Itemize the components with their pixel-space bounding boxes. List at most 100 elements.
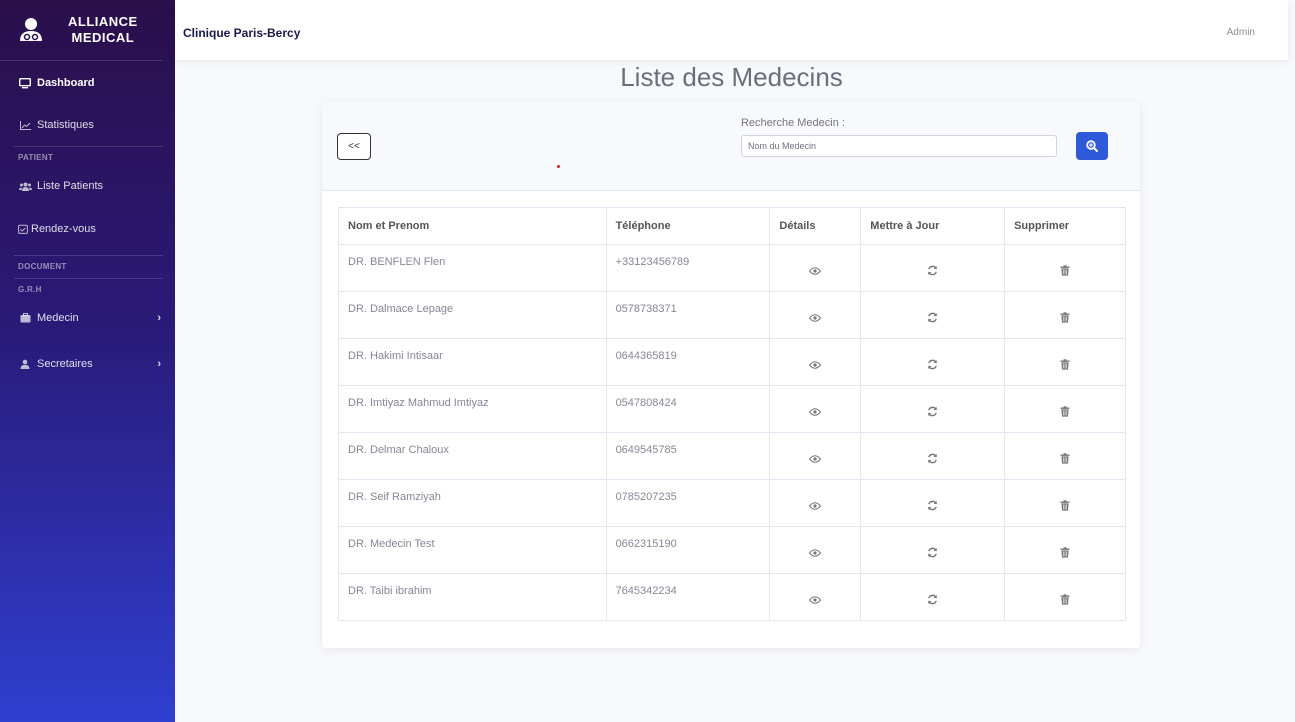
trash-icon[interactable] xyxy=(1060,406,1070,420)
delete-cell xyxy=(1004,291,1126,339)
doctor-phone: 0644365819 xyxy=(605,338,771,386)
sync-icon[interactable] xyxy=(927,359,938,373)
sidebar-item-label: Medecin xyxy=(37,312,79,324)
sync-icon[interactable] xyxy=(927,547,938,561)
details-cell xyxy=(769,526,862,574)
doctor-phone: 0547808424 xyxy=(605,385,771,433)
doctor-name: DR. BENFLEN Flen xyxy=(338,244,607,292)
table-row: DR. Hakimi Intisaar 0644365819 xyxy=(338,338,1126,386)
delete-cell xyxy=(1004,338,1126,386)
table-row: DR. Medecin Test 0662315190 xyxy=(338,526,1126,574)
sidebar-item-label: Statistiques xyxy=(37,119,94,131)
back-button[interactable]: << xyxy=(337,133,371,160)
doctor-name: DR. Taibi ibrahim xyxy=(338,573,607,621)
sync-icon[interactable] xyxy=(927,453,938,467)
table-row: DR. Delmar Chaloux 0649545785 xyxy=(338,432,1126,480)
update-cell xyxy=(860,244,1006,292)
doctor-phone: 0649545785 xyxy=(605,432,771,480)
sidebar-item-liste-patients[interactable]: Liste Patients xyxy=(0,169,175,203)
sync-icon[interactable] xyxy=(927,312,938,326)
update-cell xyxy=(860,291,1006,339)
doctor-phone: 0662315190 xyxy=(605,526,771,574)
trash-icon[interactable] xyxy=(1060,453,1070,467)
eye-icon[interactable] xyxy=(809,548,822,560)
sidebar: ALLIANCE MEDICAL Dashboard Statistiques … xyxy=(0,0,175,722)
heading-document: DOCUMENT xyxy=(18,262,67,271)
doctor-phone: 7645342234 xyxy=(605,573,771,621)
column-header-delete: Supprimer xyxy=(1004,207,1126,245)
chart-line-icon xyxy=(18,120,32,130)
eye-icon[interactable] xyxy=(809,501,822,513)
details-cell xyxy=(769,291,862,339)
sidebar-item-label: Secretaires xyxy=(37,358,93,370)
trash-icon[interactable] xyxy=(1060,594,1070,608)
delete-cell xyxy=(1004,479,1126,527)
medecins-card: << Recherche Medecin : Nom et Prenom Tél… xyxy=(322,102,1140,648)
details-cell xyxy=(769,479,862,527)
delete-cell xyxy=(1004,573,1126,621)
heading-patient: PATIENT xyxy=(18,153,54,162)
sync-icon[interactable] xyxy=(927,406,938,420)
trash-icon[interactable] xyxy=(1060,500,1070,514)
page-title: Liste des Medecins xyxy=(620,62,843,92)
red-dot xyxy=(557,165,560,168)
update-cell xyxy=(860,432,1006,480)
user-menu[interactable]: Admin xyxy=(1227,27,1255,38)
trash-icon[interactable] xyxy=(1060,312,1070,326)
sidebar-item-dashboard[interactable]: Dashboard xyxy=(0,62,175,104)
heading-grh: G.R.H xyxy=(18,285,42,294)
doctor-phone: 0785207235 xyxy=(605,479,771,527)
eye-icon[interactable] xyxy=(809,407,822,419)
doctor-logo-icon xyxy=(20,18,42,41)
doctor-phone: +33123456789 xyxy=(605,244,771,292)
sync-icon[interactable] xyxy=(927,594,938,608)
table-row: DR. Imtiyaz Mahmud Imtiyaz 0547808424 xyxy=(338,385,1126,433)
calendar-check-icon xyxy=(18,224,28,234)
chevron-right-icon: › xyxy=(157,312,161,324)
eye-icon[interactable] xyxy=(809,313,822,325)
delete-cell xyxy=(1004,526,1126,574)
eye-icon[interactable] xyxy=(809,595,822,607)
details-cell xyxy=(769,338,862,386)
sidebar-item-secretaires[interactable]: Secretaires › xyxy=(0,335,175,393)
doctor-name: DR. Dalmace Lepage xyxy=(338,291,607,339)
search-plus-icon xyxy=(1086,140,1098,152)
brand-line1: ALLIANCE xyxy=(68,14,138,29)
delete-cell xyxy=(1004,244,1126,292)
column-header-update: Mettre à Jour xyxy=(860,207,1006,245)
trash-icon[interactable] xyxy=(1060,547,1070,561)
delete-cell xyxy=(1004,432,1126,480)
table-header-row: Nom et Prenom Téléphone Détails Mettre à… xyxy=(338,207,1126,245)
card-header: << Recherche Medecin : xyxy=(322,102,1140,191)
update-cell xyxy=(860,385,1006,433)
column-header-name: Nom et Prenom xyxy=(338,207,607,245)
sync-icon[interactable] xyxy=(927,500,938,514)
trash-icon[interactable] xyxy=(1060,359,1070,373)
eye-icon[interactable] xyxy=(809,360,822,372)
sidebar-item-rendez-vous[interactable]: Rendez-vous xyxy=(0,203,175,255)
search-label: Recherche Medecin : xyxy=(741,117,845,129)
doctor-name: DR. Imtiyaz Mahmud Imtiyaz xyxy=(338,385,607,433)
chevron-right-icon: › xyxy=(157,358,161,370)
table-row: DR. Seif Ramziyah 0785207235 xyxy=(338,479,1126,527)
sidebar-item-medecin[interactable]: Medecin › xyxy=(0,301,175,335)
trash-icon[interactable] xyxy=(1060,265,1070,279)
eye-icon[interactable] xyxy=(809,266,822,278)
clinic-name: Clinique Paris-Bercy xyxy=(183,26,301,40)
brand-line2: MEDICAL xyxy=(71,30,135,45)
delete-cell xyxy=(1004,385,1126,433)
sync-icon[interactable] xyxy=(927,265,938,279)
doctor-name: DR. Delmar Chaloux xyxy=(338,432,607,480)
doctor-name: DR. Medecin Test xyxy=(338,526,607,574)
id-badge-icon xyxy=(18,313,32,323)
update-cell xyxy=(860,573,1006,621)
doctor-phone: 0578738371 xyxy=(605,291,771,339)
sidebar-item-label: Rendez-vous xyxy=(31,223,96,235)
search-button[interactable] xyxy=(1076,132,1108,160)
brand[interactable]: ALLIANCE MEDICAL xyxy=(0,0,163,61)
details-cell xyxy=(769,432,862,480)
eye-icon[interactable] xyxy=(809,454,822,466)
sidebar-item-statistiques[interactable]: Statistiques xyxy=(0,104,175,146)
doctor-name: DR. Hakimi Intisaar xyxy=(338,338,607,386)
search-input[interactable] xyxy=(741,135,1057,157)
